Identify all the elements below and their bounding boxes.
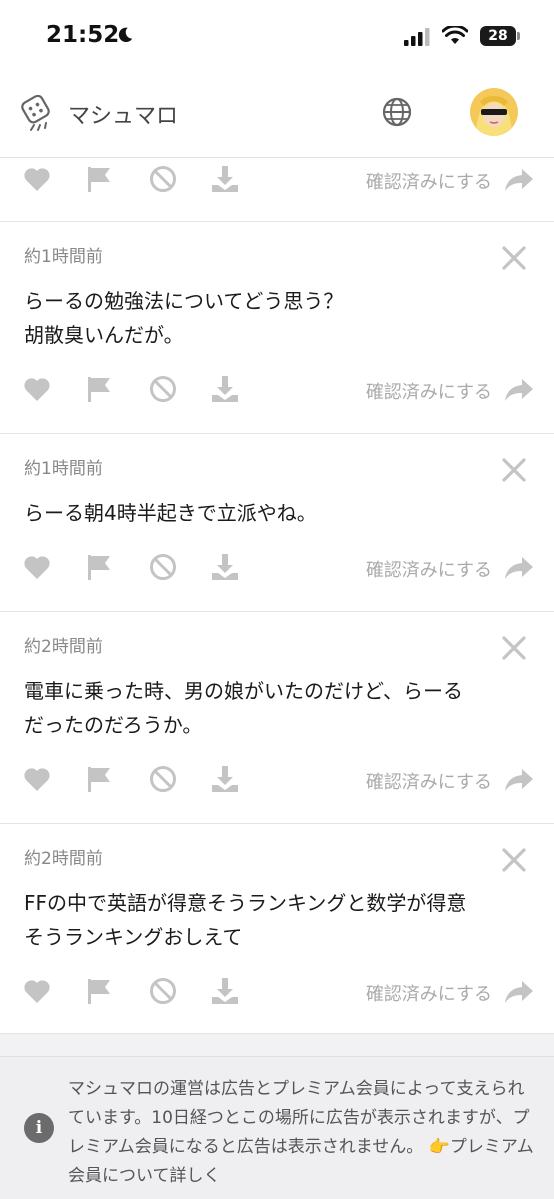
wifi-icon <box>442 26 468 44</box>
user-avatar[interactable] <box>470 88 518 136</box>
action-row: 確認済みにする <box>22 164 534 198</box>
message-card-partial: 確認済みにする <box>0 158 554 222</box>
download-icon[interactable] <box>210 552 240 582</box>
message-text: らーるの勉強法についてどう思う？ 胡散臭いんだが。 <box>24 289 344 347</box>
mark-confirmed-button[interactable]: 確認済みにする <box>366 556 492 582</box>
flag-icon[interactable] <box>84 374 114 404</box>
premium-notice: i マシュマロの運営は広告とプレミアム会員によって支えられています。10日経つと… <box>0 1056 554 1199</box>
app-title[interactable]: マシュマロ <box>68 98 178 130</box>
flag-icon[interactable] <box>84 976 114 1006</box>
mark-confirmed-button[interactable]: 確認済みにする <box>366 980 492 1006</box>
message-text: らーる朝4時半起きで立派やね。 <box>24 501 317 525</box>
block-icon[interactable] <box>148 764 178 794</box>
heart-icon[interactable] <box>22 764 52 794</box>
heart-icon[interactable] <box>22 374 52 404</box>
message-time: 約2時間前 <box>24 849 103 869</box>
block-icon[interactable] <box>148 552 178 582</box>
close-icon[interactable] <box>500 634 528 662</box>
download-icon[interactable] <box>210 976 240 1006</box>
mark-confirmed-button[interactable]: 確認済みにする <box>366 378 492 404</box>
message-text: 電車に乗った時、男の娘がいたのだけど、らーる だったのだろうか。 <box>24 679 463 737</box>
message-card: 約1時間前 らーる朝4時半起きで立派やね。 確認済みにする <box>0 434 554 612</box>
message-time: 約1時間前 <box>24 247 103 267</box>
close-icon[interactable] <box>500 244 528 272</box>
mark-confirmed-button[interactable]: 確認済みにする <box>366 168 492 194</box>
app-header: マシュマロ <box>0 74 554 158</box>
close-icon[interactable] <box>500 456 528 484</box>
heart-icon[interactable] <box>22 552 52 582</box>
action-row: 確認済みにする <box>22 764 534 798</box>
moon-icon <box>118 27 133 43</box>
battery-cap <box>517 32 520 40</box>
flag-icon[interactable] <box>84 552 114 582</box>
action-row: 確認済みにする <box>22 552 534 586</box>
block-icon[interactable] <box>148 164 178 194</box>
download-icon[interactable] <box>210 374 240 404</box>
message-card: 約2時間前 電車に乗った時、男の娘がいたのだけど、らーる だったのだろうか。 確… <box>0 612 554 824</box>
signal-icon <box>404 28 430 46</box>
marshmallow-logo-icon[interactable] <box>16 92 56 132</box>
flag-icon[interactable] <box>84 164 114 194</box>
message-card: 約2時間前 FFの中で英語が得意そうランキングと数学が得意 そうランキングおしえ… <box>0 824 554 1034</box>
info-icon: i <box>24 1113 54 1143</box>
flag-icon[interactable] <box>84 764 114 794</box>
close-icon[interactable] <box>500 846 528 874</box>
download-icon[interactable] <box>210 164 240 194</box>
mark-confirmed-button[interactable]: 確認済みにする <box>366 768 492 794</box>
message-card: 約1時間前 らーるの勉強法についてどう思う？ 胡散臭いんだが。 確認済みにする <box>0 222 554 434</box>
download-icon[interactable] <box>210 764 240 794</box>
status-time: 21:52 <box>46 22 120 48</box>
notice-text: マシュマロの運営は広告とプレミアム会員によって支えられています。10日経つとこの… <box>68 1075 540 1191</box>
message-time: 約2時間前 <box>24 637 103 657</box>
action-row: 確認済みにする <box>22 976 534 1010</box>
heart-icon[interactable] <box>22 164 52 194</box>
battery-indicator: 28 <box>480 26 516 46</box>
message-text: FFの中で英語が得意そうランキングと数学が得意 そうランキングおしえて <box>24 891 467 949</box>
globe-icon[interactable] <box>381 96 413 128</box>
status-bar: 21:52 28 <box>0 0 554 74</box>
heart-icon[interactable] <box>22 976 52 1006</box>
action-row: 確認済みにする <box>22 374 534 408</box>
share-icon[interactable] <box>504 766 534 794</box>
share-icon[interactable] <box>504 376 534 404</box>
block-icon[interactable] <box>148 976 178 1006</box>
share-icon[interactable] <box>504 978 534 1006</box>
share-icon[interactable] <box>504 166 534 194</box>
message-time: 約1時間前 <box>24 459 103 479</box>
block-icon[interactable] <box>148 374 178 404</box>
share-icon[interactable] <box>504 554 534 582</box>
